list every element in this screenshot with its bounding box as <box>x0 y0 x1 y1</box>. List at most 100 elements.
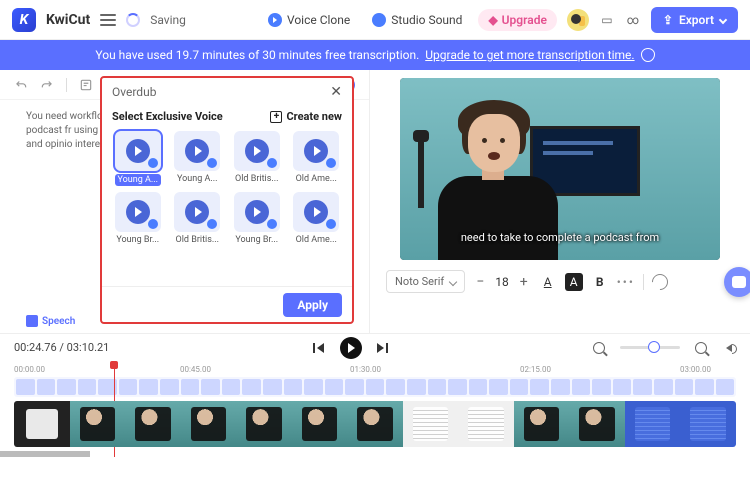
more-text-options-icon[interactable]: ••• <box>617 275 635 289</box>
voice-thumb <box>234 131 280 171</box>
video-clip[interactable] <box>125 401 181 447</box>
voice-name-label: Young A... <box>177 174 217 184</box>
video-clip[interactable] <box>14 401 70 447</box>
play-preview-icon <box>245 200 269 224</box>
export-button[interactable]: ⇪ Export <box>651 7 738 33</box>
voice-option[interactable]: Old Britis... <box>172 192 224 245</box>
script-view-icon[interactable] <box>79 78 93 92</box>
video-clip[interactable] <box>292 401 348 447</box>
scrollbar[interactable] <box>0 451 90 457</box>
app-logo: K <box>12 8 36 32</box>
play-preview-icon <box>304 200 328 224</box>
undo-icon[interactable] <box>14 78 28 92</box>
zoom-in-icon[interactable] <box>694 341 708 355</box>
studio-sound-button[interactable]: Studio Sound <box>366 9 468 31</box>
previous-button[interactable] <box>312 341 326 355</box>
upgrade-label: Upgrade <box>502 13 547 27</box>
apply-label: Apply <box>297 298 328 312</box>
voice-clone-button[interactable]: Voice Clone <box>262 9 356 31</box>
video-clip[interactable] <box>181 401 237 447</box>
bold-icon[interactable]: B <box>591 273 609 291</box>
video-clip[interactable] <box>347 401 403 447</box>
video-clip[interactable] <box>458 401 514 447</box>
voice-thumb <box>293 131 339 171</box>
voice-option[interactable]: Old Ame... <box>291 192 343 245</box>
voice-thumb <box>115 192 161 232</box>
voice-name-label: Old Britis... <box>235 174 278 184</box>
video-clip[interactable] <box>403 401 459 447</box>
zoom-out-icon[interactable] <box>592 341 606 355</box>
studio-sound-icon <box>372 13 386 27</box>
zoom-slider[interactable] <box>620 346 680 349</box>
voice-option[interactable]: Old Britis... <box>231 131 283 186</box>
overdub-popup: Overdub ✕ Select Exclusive Voice + Creat… <box>100 76 354 324</box>
voice-clone-icon <box>268 13 282 27</box>
voice-name-label: Old Ame... <box>296 174 337 184</box>
play-button[interactable] <box>340 337 362 359</box>
revert-icon[interactable] <box>649 270 672 293</box>
video-preview[interactable]: need to take to complete a podcast from <box>400 78 720 260</box>
video-thumbnail-track[interactable] <box>14 401 736 447</box>
video-clip[interactable] <box>625 401 681 447</box>
voice-option[interactable]: Young A... <box>172 131 224 186</box>
ruler-tick: 03:00.00 <box>680 365 711 374</box>
video-clip[interactable] <box>569 401 625 447</box>
ruler-tick: 02:15.00 <box>520 365 551 374</box>
voice-thumb <box>174 131 220 171</box>
video-clip[interactable] <box>680 401 736 447</box>
saving-spinner-icon <box>126 13 140 27</box>
apply-button[interactable]: Apply <box>283 293 342 317</box>
audio-waveform-track[interactable] <box>14 377 736 397</box>
font-size-decrease[interactable]: − <box>473 274 487 290</box>
banner-upgrade-link[interactable]: Upgrade to get more transcription time. <box>425 48 634 62</box>
video-clip[interactable] <box>70 401 126 447</box>
time-display: 00:24.76 / 03:10.21 <box>14 341 109 354</box>
menu-icon[interactable] <box>100 14 116 26</box>
next-button[interactable] <box>376 341 390 355</box>
video-clip[interactable] <box>236 401 292 447</box>
user-avatar[interactable] <box>567 9 589 31</box>
voice-thumb <box>115 131 161 171</box>
plus-icon: + <box>270 111 282 123</box>
studio-sound-label: Studio Sound <box>391 13 462 27</box>
redo-icon[interactable] <box>40 78 54 92</box>
voice-name-label: Old Ame... <box>296 235 337 245</box>
voice-name-label: Young Br... <box>235 235 278 245</box>
volume-icon[interactable] <box>722 341 736 355</box>
banner-text: You have used 19.7 minutes of 30 minutes… <box>95 48 419 62</box>
voice-option[interactable]: Young Br... <box>112 192 164 245</box>
voice-thumb <box>174 192 220 232</box>
font-size-value: 18 <box>495 275 509 289</box>
export-icon: ⇪ <box>663 13 673 27</box>
voice-name-label: Old Britis... <box>176 235 219 245</box>
upgrade-banner: You have used 19.7 minutes of 30 minutes… <box>0 40 750 70</box>
speech-tag[interactable]: Speech <box>26 315 75 327</box>
voice-thumb <box>293 192 339 232</box>
speech-icon <box>26 315 38 327</box>
diamond-icon: ◆ <box>488 13 497 27</box>
brand-name: KwiCut <box>46 12 90 28</box>
upgrade-button[interactable]: ◆ Upgrade <box>478 9 556 31</box>
export-label: Export <box>679 13 714 27</box>
overdub-title: Overdub <box>112 85 156 99</box>
current-time: 00:24.76 <box>14 341 57 354</box>
voice-name-label: Young A... <box>115 174 161 186</box>
chat-help-icon[interactable] <box>724 267 750 297</box>
voice-option[interactable]: Young Br... <box>231 192 283 245</box>
voice-option[interactable]: Young A... <box>112 131 164 186</box>
close-icon[interactable]: ✕ <box>330 84 342 100</box>
play-preview-icon <box>185 200 209 224</box>
share-icon[interactable]: ∞ <box>625 12 641 28</box>
chevron-down-icon <box>719 15 727 23</box>
video-clip[interactable] <box>514 401 570 447</box>
feedback-icon[interactable]: ▭ <box>599 12 615 28</box>
text-color-icon[interactable]: A <box>539 273 557 291</box>
voice-option[interactable]: Old Ame... <box>291 131 343 186</box>
text-highlight-icon[interactable]: A <box>565 273 583 291</box>
saving-status: Saving <box>150 13 186 27</box>
create-new-voice-button[interactable]: + Create new <box>270 110 342 123</box>
font-family-select[interactable]: Noto Serif <box>386 270 465 293</box>
video-caption: need to take to complete a podcast from <box>400 231 720 244</box>
voice-thumb <box>234 192 280 232</box>
font-size-increase[interactable]: + <box>517 274 531 290</box>
